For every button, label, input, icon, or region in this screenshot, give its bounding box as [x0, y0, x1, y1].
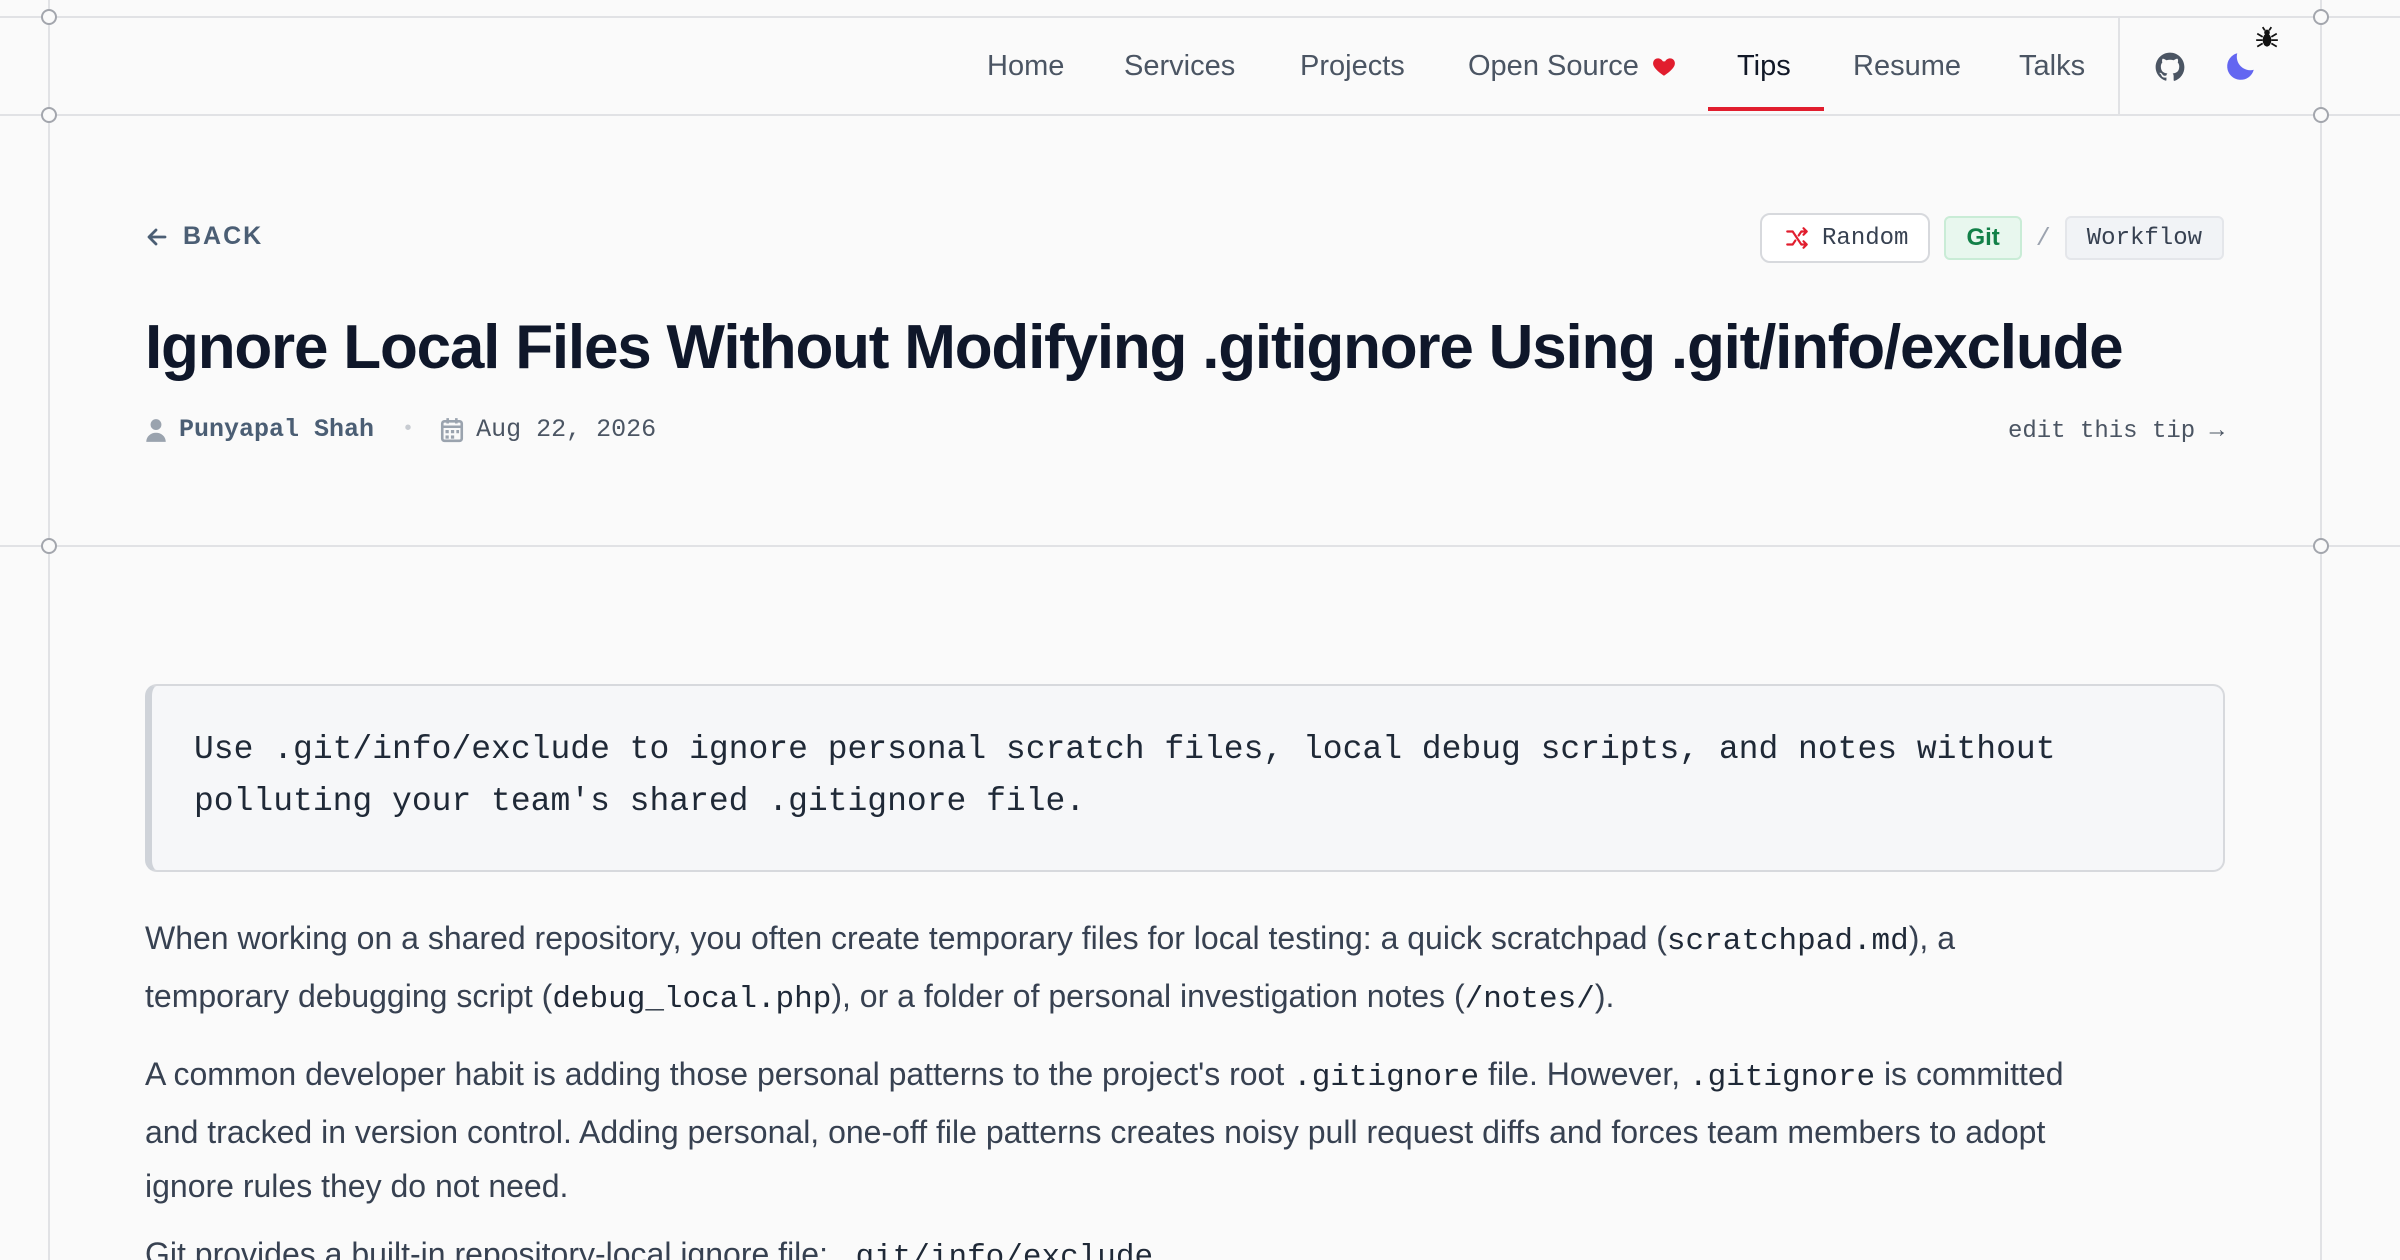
callout-line: polluting your team's shared .gitignore …	[194, 783, 1086, 820]
arrow-left-icon	[147, 228, 167, 245]
github-icon[interactable]	[2155, 52, 2185, 82]
paragraph-line: A common developer habit is adding those…	[145, 1047, 2245, 1105]
article-meta: Punyapal Shah • Aug 22, 2026	[145, 415, 656, 444]
nav-open-source[interactable]: Open Source	[1468, 18, 1677, 114]
inline-code: .git/info/exclude	[836, 1240, 1154, 1260]
text-run: A common developer habit is adding those…	[145, 1056, 1294, 1092]
tag-workflow[interactable]: Workflow	[2064, 216, 2224, 260]
text-run: file. However,	[1479, 1056, 1690, 1092]
frame-line-header	[0, 114, 2400, 116]
text-run: ), a	[1908, 920, 1955, 956]
shuffle-icon	[1786, 227, 1808, 249]
user-icon	[146, 418, 166, 442]
back-label: BACK	[183, 222, 264, 250]
nav-tips[interactable]: Tips	[1737, 18, 1791, 114]
body-paragraph: A common developer habit is adding those…	[145, 1047, 2245, 1213]
heart-icon	[1652, 58, 1675, 76]
body-paragraph: Git provides a built-in repository-local…	[145, 1227, 2245, 1260]
frame-node	[41, 9, 57, 25]
tag-git[interactable]: Git	[1944, 216, 2022, 260]
text-run: is committed	[1875, 1056, 2064, 1092]
frame-line-right	[2320, 0, 2322, 1260]
text-run: Git provides a built-in repository-local…	[145, 1236, 837, 1260]
nav-resume[interactable]: Resume	[1853, 18, 1961, 114]
nav-services[interactable]: Services	[1124, 18, 1235, 114]
frame-node	[2313, 9, 2329, 25]
edit-tip-link[interactable]: edit this tip →	[2008, 418, 2224, 445]
text-run: ignore rules they do not need.	[145, 1168, 569, 1204]
frame-line-left	[48, 0, 50, 1260]
random-tip-button[interactable]: Random	[1760, 213, 1931, 263]
inline-code: scratchpad.md	[1666, 924, 1909, 959]
nav-talks[interactable]: Talks	[2019, 18, 2085, 114]
tag-group: Random Git / Workflow	[1760, 213, 2224, 263]
paragraph-line: and tracked in version control. Adding p…	[145, 1105, 2245, 1159]
text-run: temporary debugging script (	[145, 978, 553, 1014]
paragraph-line: Git provides a built-in repository-local…	[145, 1227, 2245, 1260]
inline-code: /notes/	[1464, 982, 1595, 1017]
nav-home[interactable]: Home	[987, 18, 1064, 114]
nav-open-source-label: Open Source	[1468, 49, 1639, 82]
nav-projects[interactable]: Projects	[1300, 18, 1405, 114]
nav-divider	[2118, 18, 2120, 114]
random-label: Random	[1822, 224, 1909, 252]
paragraph-line: ignore rules they do not need.	[145, 1159, 2245, 1213]
frame-line-divider	[0, 545, 2400, 547]
paragraph-line: When working on a shared repository, you…	[145, 911, 2245, 969]
inline-code: .gitignore	[1689, 1060, 1876, 1095]
bug-icon	[2256, 26, 2278, 48]
frame-node	[41, 107, 57, 123]
body-paragraph: When working on a shared repository, you…	[145, 911, 2245, 1027]
inline-code: debug_local.php	[552, 982, 832, 1017]
page-title: Ignore Local Files Without Modifying .gi…	[145, 313, 2124, 382]
callout-line: Use .git/info/exclude to ignore personal…	[194, 731, 2056, 768]
tag-separator: /	[2035, 223, 2051, 253]
moon-icon[interactable]	[2223, 48, 2259, 84]
meta-dot: •	[402, 418, 415, 441]
text-run: and tracked in version control. Adding p…	[145, 1114, 2046, 1150]
paragraph-line: temporary debugging script (debug_local.…	[145, 969, 2245, 1027]
frame-node	[2313, 107, 2329, 123]
text-run: ).	[1594, 978, 1615, 1014]
frame-node	[41, 538, 57, 554]
text-run: .	[1153, 1236, 1163, 1260]
text-run: When working on a shared repository, you…	[145, 920, 1667, 956]
nav-active-indicator	[1708, 107, 1824, 111]
publish-date: Aug 22, 2026	[476, 415, 657, 444]
text-run: ), or a folder of personal investigation…	[831, 978, 1465, 1014]
tip-summary-callout: Use .git/info/exclude to ignore personal…	[145, 684, 2225, 872]
calendar-icon	[441, 417, 464, 442]
inline-code: .gitignore	[1293, 1060, 1480, 1095]
back-link[interactable]: BACK	[145, 222, 263, 251]
author-name[interactable]: Punyapal Shah	[179, 415, 374, 444]
frame-node	[2313, 538, 2329, 554]
